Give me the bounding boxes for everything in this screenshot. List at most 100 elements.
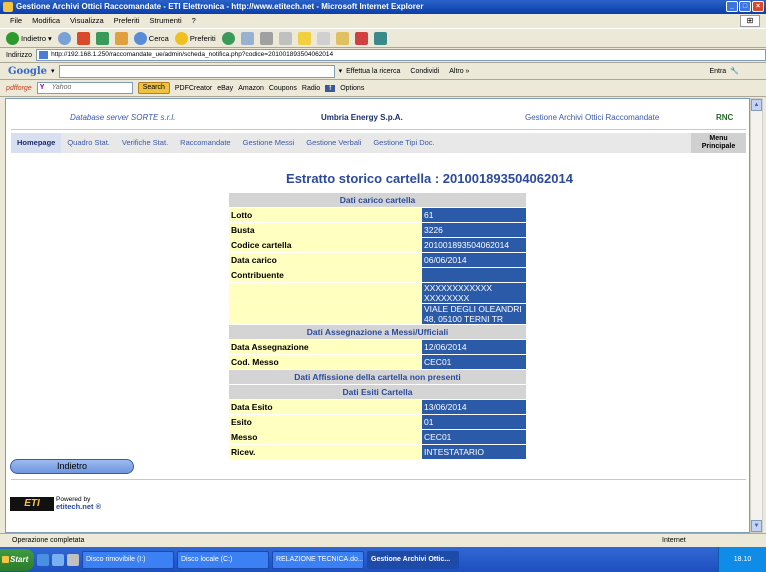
yahoo-icon: Y (39, 84, 45, 91)
coupons-link[interactable]: Coupons (269, 85, 297, 92)
scroll-down-arrow[interactable]: ▼ (751, 520, 762, 532)
wrench-icon[interactable]: 🔧 (730, 67, 739, 75)
ebay-link[interactable]: eBay (217, 85, 233, 92)
section-carico-title: Dati carico cartella (229, 193, 526, 207)
print-icon[interactable] (259, 31, 273, 45)
task-gestione-archivi[interactable]: Gestione Archivi Ottic... (367, 550, 459, 569)
detail-value: VIALE DEGLI OLEANDRI 48, 05100 TERNI TR (422, 304, 526, 324)
nav-raccomandate[interactable]: Raccomandate (174, 133, 236, 153)
section-affissione-title: Dati Affissione della cartella non prese… (229, 370, 526, 384)
start-button[interactable]: Start (0, 548, 34, 571)
page-header: Database server SORTE s.r.l. Umbria Ener… (16, 113, 741, 125)
detail-label: Esito (229, 415, 422, 429)
detail-value: 61 (422, 208, 526, 222)
explorer-quicklaunch-icon[interactable] (67, 553, 79, 566)
powered-by: Powered by etitech.net ® (56, 496, 102, 511)
address-url: http://192.168.1.250/raccomandate_ue/adm… (51, 51, 334, 58)
detail-value: CEC01 (422, 430, 526, 444)
yahoo-search-input[interactable]: Y Yahoo (36, 82, 133, 94)
google-more-button[interactable]: Altro » (449, 68, 469, 75)
menu-strumenti[interactable]: Strumenti (150, 14, 182, 28)
powered-site-link[interactable]: etitech.net ® (56, 503, 101, 511)
home-icon[interactable] (114, 31, 128, 45)
pdfcreator-link[interactable]: PDFCreator (175, 85, 212, 92)
detail-value: CEC01 (422, 355, 526, 369)
menu-principale-button[interactable]: Menu Principale (691, 133, 746, 153)
status-bar: Operazione completata Internet (0, 533, 766, 546)
forward-arrow-icon[interactable] (57, 31, 71, 45)
detail-value: 12/06/2014 (422, 340, 526, 354)
task-disco-locale[interactable]: Disco locale (C:) (177, 550, 269, 569)
menu-help[interactable]: ? (192, 14, 196, 28)
desktop-quicklaunch-icon[interactable] (52, 553, 64, 566)
favorites-button[interactable]: Preferiti (174, 30, 216, 46)
detail-label: Contribuente (229, 268, 422, 282)
research-icon[interactable] (373, 31, 387, 45)
back-button[interactable]: Indietro ▾ (6, 30, 52, 46)
google-dropdown[interactable]: ▾ (339, 67, 343, 75)
page-title: Estratto storico cartella : 201001893504… (286, 171, 573, 186)
ie-quicklaunch-icon[interactable] (37, 553, 49, 566)
nav-homepage[interactable]: Homepage (11, 133, 62, 153)
tool-icon[interactable] (335, 31, 349, 45)
minimize-button[interactable]: _ (726, 1, 738, 12)
scroll-up-arrow[interactable]: ▲ (751, 99, 762, 111)
stop-icon[interactable] (76, 31, 90, 45)
detail-table: Dati carico cartella Lotto 61 Busta 3226 Codi… (229, 192, 526, 460)
close-button[interactable]: × (752, 1, 764, 12)
google-toolbar: Google ▾ ▾ Effettua la ricerca Condividi… (0, 63, 766, 80)
menu-file[interactable]: File (10, 14, 22, 28)
maximize-button[interactable]: □ (739, 1, 751, 12)
detail-value: 3226 (422, 223, 526, 237)
google-signin-button[interactable]: Entra (709, 68, 726, 75)
detail-row: VIALE DEGLI OLEANDRI 48, 05100 TERNI TR (229, 304, 526, 324)
address-input[interactable]: http://192.168.1.250/raccomandate_ue/adm… (36, 49, 766, 61)
toolbar: Indietro ▾ Cerca Preferiti (0, 28, 766, 48)
task-relazione-tecnica[interactable]: RELAZIONE TECNICA.do... (272, 550, 364, 569)
detail-row: Busta 3226 (229, 223, 526, 237)
pdfforge-logo: pdfforge (6, 84, 32, 92)
google-search-input[interactable] (58, 64, 335, 78)
footer-divider (11, 479, 746, 480)
db-server-label: Database server SORTE s.r.l. (70, 113, 176, 122)
nav-gestione-messi[interactable]: Gestione Messi (237, 133, 301, 153)
vertical-scrollbar[interactable]: ▲ ▼ (750, 98, 763, 533)
folder-icon[interactable] (297, 31, 311, 45)
detail-label: Cod. Messo (229, 355, 422, 369)
back-page-button[interactable]: Indietro (10, 459, 134, 474)
history-icon[interactable] (221, 31, 235, 45)
messenger-icon[interactable] (316, 31, 330, 45)
menu-modifica[interactable]: Modifica (32, 14, 60, 28)
detail-row: Ricev. INTESTATARIO (229, 445, 526, 459)
detail-value: 01 (422, 415, 526, 429)
detail-row: Codice cartella 201001893504062014 (229, 238, 526, 252)
status-text: Operazione completata (12, 537, 85, 544)
edit-icon[interactable] (278, 31, 292, 45)
yahoo-search-button[interactable]: Search (137, 82, 170, 94)
window-title: Gestione Archivi Ottici Raccomandate - E… (16, 2, 424, 11)
back-label: Indietro (21, 33, 47, 43)
search-label: Cerca (148, 33, 169, 43)
facebook-icon[interactable]: f (325, 84, 336, 92)
google-share-button[interactable]: Condividi (410, 68, 439, 75)
address-bar: Indirizzo http://192.168.1.250/raccomand… (0, 48, 766, 63)
back-arrow-icon (6, 31, 19, 45)
options-button[interactable]: Options (340, 85, 364, 92)
search-button[interactable]: Cerca (133, 30, 169, 46)
menu-preferiti[interactable]: Preferiti (114, 14, 140, 28)
mail-icon[interactable] (240, 31, 254, 45)
nav-gestione-tipi-doc[interactable]: Gestione Tipi Doc. (367, 133, 440, 153)
refresh-icon[interactable] (95, 31, 109, 45)
amazon-link[interactable]: Amazon (238, 85, 264, 92)
nav-quadro-stat[interactable]: Quadro Stat. (61, 133, 116, 153)
task-disco-rimovibile[interactable]: Disco rimovibile (I:) (82, 550, 174, 569)
pdf-icon[interactable] (354, 31, 368, 45)
google-search-web-button[interactable]: Effettua la ricerca (346, 68, 400, 75)
nav-verifiche-stat[interactable]: Verifiche Stat. (116, 133, 174, 153)
nav-gestione-verbali[interactable]: Gestione Verbali (300, 133, 367, 153)
detail-row: Messo CEC01 (229, 430, 526, 444)
title-bar: Gestione Archivi Ottici Raccomandate - E… (0, 0, 766, 14)
radio-link[interactable]: Radio (302, 85, 320, 92)
menu-visualizza[interactable]: Visualizza (70, 14, 104, 28)
detail-row: Cod. Messo CEC01 (229, 355, 526, 369)
